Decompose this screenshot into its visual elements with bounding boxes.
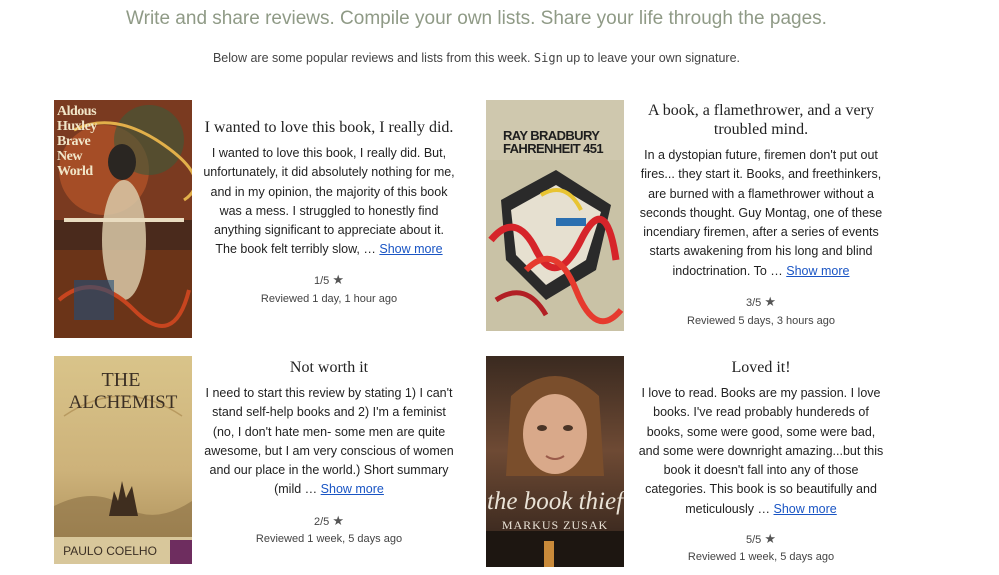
intro-text-end: up to leave your own signature. <box>562 51 741 65</box>
cover-text: Aldous <box>57 104 97 119</box>
book-cover-the-book-thief[interactable]: the book thief MARKUS ZUSAK <box>486 356 624 567</box>
review-rating: 3/5 ★ <box>635 294 887 310</box>
review-card: A book, a flamethrower, and a very troub… <box>635 101 887 281</box>
cover-text: World <box>57 164 93 179</box>
review-text: I wanted to love this book, I really did… <box>203 146 455 257</box>
cover-text: Brave <box>57 134 91 149</box>
show-more-link[interactable]: Show more <box>786 264 849 278</box>
review-timestamp: Reviewed 1 day, 1 hour ago <box>260 293 398 305</box>
svg-text:RAY BRADBURY FAHRENHEIT: RAY BRADBURY FAHRENHEIT 451 <box>503 128 603 156</box>
cover-text: ALCHEMIST <box>69 392 178 413</box>
review-timestamp: Reviewed 1 week, 5 days ago <box>255 533 403 545</box>
review-title[interactable]: A book, a flamethrower, and a very troub… <box>635 101 887 139</box>
rating-value: 2/5 <box>313 516 330 528</box>
review-rating: 1/5 ★ <box>203 272 455 288</box>
review-card: Loved it! I love to read. Books are my p… <box>635 358 887 519</box>
star-icon: ★ <box>332 272 344 287</box>
book-cover-brave-new-world[interactable]: Aldous Huxley Brave New World <box>54 100 192 338</box>
review-timestamp: Reviewed 1 week, 5 days ago <box>687 551 835 563</box>
review-timestamp: Reviewed 5 days, 3 hours ago <box>687 315 835 327</box>
review-card: Not worth it I need to start this review… <box>203 358 455 500</box>
rating-value: 5/5 <box>745 534 762 546</box>
rating-value: 1/5 <box>313 275 330 287</box>
review-excerpt: I need to start this review by stating 1… <box>203 384 455 500</box>
cover-text: FAHRENHEIT 451 <box>503 141 603 156</box>
star-icon: ★ <box>332 513 344 528</box>
book-cover-fahrenheit-451[interactable]: RAY BRADBURY FAHRENHEIT 451 <box>486 100 624 331</box>
review-title[interactable]: Not worth it <box>203 358 455 377</box>
review-text: In a dystopian future, firemen don't put… <box>639 148 883 278</box>
review-excerpt: I love to read. Books are my passion. I … <box>635 384 887 519</box>
review-card: I wanted to love this book, I really did… <box>203 118 455 260</box>
cover-text: the book thief <box>487 488 624 515</box>
review-rating: 5/5 ★ <box>635 531 887 547</box>
review-title[interactable]: I wanted to love this book, I really did… <box>203 118 455 137</box>
show-more-link[interactable]: Show more <box>379 242 442 256</box>
review-text: I need to start this review by stating 1… <box>204 386 454 497</box>
star-icon: ★ <box>764 294 776 309</box>
intro-text: Below are some popular reviews and lists… <box>212 51 534 65</box>
star-icon: ★ <box>764 531 776 546</box>
review-excerpt: In a dystopian future, firemen don't put… <box>635 146 887 281</box>
page-headline: Write and share reviews. Compile your ow… <box>126 8 827 29</box>
show-more-link[interactable]: Show more <box>321 482 384 496</box>
signup-link[interactable]: Sign <box>534 51 563 65</box>
review-title[interactable]: Loved it! <box>635 358 887 377</box>
cover-text: Huxley <box>57 119 97 134</box>
show-more-link[interactable]: Show more <box>774 502 837 516</box>
cover-text: THE <box>102 369 141 391</box>
cover-text: New <box>57 149 83 164</box>
page-intro: Below are some popular reviews and lists… <box>0 51 953 65</box>
review-rating: 2/5 ★ <box>203 513 455 529</box>
rating-value: 3/5 <box>745 297 762 309</box>
book-cover-the-alchemist[interactable]: THE ALCHEMIST PAULO COELHO <box>54 356 192 564</box>
review-text: I love to read. Books are my passion. I … <box>638 386 884 516</box>
cover-text: MARKUS ZUSAK <box>502 518 608 532</box>
cover-text: PAULO COELHO <box>63 544 157 558</box>
review-excerpt: I wanted to love this book, I really did… <box>203 144 455 260</box>
